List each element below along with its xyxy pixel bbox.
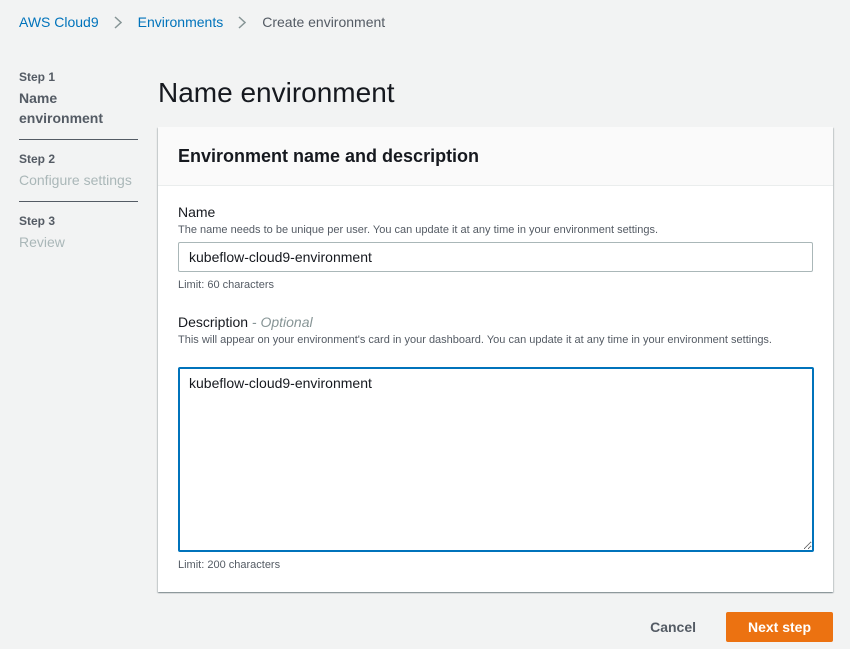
step-title: Review xyxy=(19,234,65,250)
environment-name-panel: Environment name and description Name Th… xyxy=(158,127,833,592)
wizard-steps: Step 1 Name environment Step 2 Configure… xyxy=(19,70,138,275)
description-limit-hint: Limit: 200 characters xyxy=(178,559,281,571)
breadcrumb-aws-cloud9-link[interactable]: AWS Cloud9 xyxy=(19,14,99,30)
cancel-button[interactable]: Cancel xyxy=(650,619,696,635)
step-number: Step 1 xyxy=(19,70,56,84)
step-number: Step 3 xyxy=(19,214,56,228)
wizard-step-2: Step 2 Configure settings xyxy=(19,152,138,202)
step-title: Name environment xyxy=(19,90,104,126)
name-label-text: Name xyxy=(178,204,216,220)
optional-tag: - Optional xyxy=(251,314,313,330)
next-step-button[interactable]: Next step xyxy=(726,612,833,642)
name-input[interactable] xyxy=(178,242,813,272)
chevron-right-icon xyxy=(112,13,124,31)
breadcrumb: AWS Cloud9 Environments Create environme… xyxy=(19,13,385,31)
step-title: Configure settings xyxy=(19,172,132,188)
description-field-description: This will appear on your environment's c… xyxy=(178,334,772,346)
step-number: Step 2 xyxy=(19,152,56,166)
name-limit-hint: Limit: 60 characters xyxy=(178,279,274,291)
name-field-label: Name xyxy=(178,204,215,220)
breadcrumb-environments-link[interactable]: Environments xyxy=(138,14,224,30)
wizard-actions: Cancel Next step xyxy=(650,612,833,642)
name-field-description: The name needs to be unique per user. Yo… xyxy=(178,224,659,236)
description-textarea[interactable]: kubeflow-cloud9-environment xyxy=(178,367,814,552)
chevron-right-icon xyxy=(236,13,248,31)
wizard-step-1: Step 1 Name environment xyxy=(19,70,138,140)
description-field-label: Description - Optional xyxy=(178,314,313,330)
panel-title: Environment name and description xyxy=(178,145,480,166)
wizard-step-3: Step 3 Review xyxy=(19,214,138,263)
page-title: Name environment xyxy=(158,77,395,108)
description-label-text: Description xyxy=(178,314,249,330)
panel-header: Environment name and description xyxy=(158,127,833,186)
breadcrumb-current: Create environment xyxy=(262,14,386,30)
